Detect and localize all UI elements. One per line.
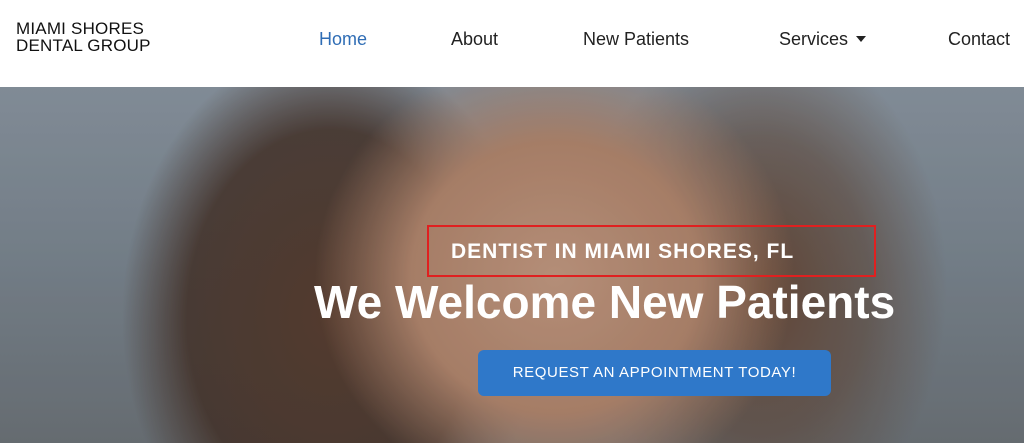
nav-about[interactable]: About (451, 29, 498, 50)
hero-section: DENTIST IN MIAMI SHORES, FL We Welcome N… (0, 87, 1024, 443)
logo-line-2: DENTAL GROUP (16, 36, 151, 55)
request-appointment-button[interactable]: REQUEST AN APPOINTMENT TODAY! (478, 350, 831, 396)
nav-home[interactable]: Home (319, 29, 367, 50)
nav-services[interactable]: Services (779, 29, 867, 50)
site-logo[interactable]: MIAMI SHORES DENTAL GROUP (16, 20, 151, 54)
nav-services-label: Services (779, 29, 849, 49)
nav-contact[interactable]: Contact (948, 29, 1010, 50)
caret-down-icon (856, 36, 867, 42)
highlight-outline (427, 225, 876, 277)
hero-headline: We Welcome New Patients (314, 276, 896, 328)
site-header: MIAMI SHORES DENTAL GROUP Home About New… (0, 0, 1024, 87)
logo-line-1: MIAMI SHORES (16, 19, 145, 38)
nav-new-patients[interactable]: New Patients (583, 29, 689, 50)
